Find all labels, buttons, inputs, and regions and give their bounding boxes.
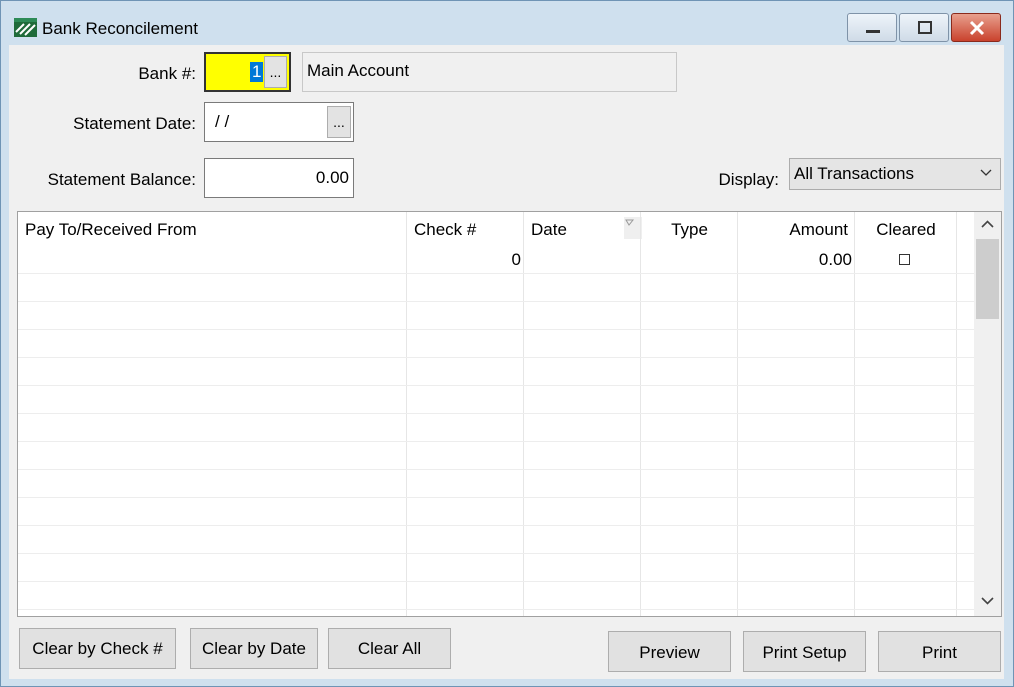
column-header-date-label: Date: [531, 220, 567, 239]
row-divider: [18, 357, 974, 358]
preview-button[interactable]: Preview: [608, 631, 731, 672]
chevron-up-icon: [981, 220, 994, 228]
statement-date-field[interactable]: / / ...: [204, 102, 354, 142]
clear-all-button[interactable]: Clear All: [328, 628, 451, 669]
column-header-amount[interactable]: Amount: [738, 212, 855, 246]
row-divider: [18, 413, 974, 414]
column-header-type[interactable]: Type: [641, 212, 738, 246]
title-bar[interactable]: Bank Reconcilement: [1, 1, 1013, 45]
statement-balance-label: Statement Balance:: [47, 170, 196, 189]
bank-number-value: 1: [250, 62, 264, 82]
row-divider: [18, 525, 974, 526]
row-divider: [18, 301, 974, 302]
statement-balance-field[interactable]: 0.00: [204, 158, 354, 198]
chevron-down-icon: [981, 597, 994, 605]
close-button[interactable]: [951, 13, 1001, 42]
app-logo-icon: [14, 18, 37, 37]
scrollbar-thumb[interactable]: [976, 239, 999, 319]
row-divider: [18, 553, 974, 554]
transactions-grid[interactable]: Pay To/Received From Check # Date Type A…: [17, 211, 1002, 617]
row-divider: [18, 441, 974, 442]
print-button[interactable]: Print: [878, 631, 1001, 672]
display-value: All Transactions: [794, 164, 914, 183]
display-select[interactable]: All Transactions: [789, 158, 1001, 190]
column-header-date[interactable]: Date: [524, 212, 642, 246]
column-header-pay-to[interactable]: Pay To/Received From: [18, 212, 407, 246]
cell-check-number[interactable]: 0: [407, 246, 524, 273]
scroll-up-button[interactable]: [974, 212, 1001, 237]
cell-pay-to[interactable]: [18, 246, 407, 273]
statement-date-value: / /: [215, 112, 230, 131]
cell-type[interactable]: [641, 246, 738, 273]
date-picker-button[interactable]: ...: [327, 106, 351, 138]
print-setup-button[interactable]: Print Setup: [743, 631, 866, 672]
scroll-down-button[interactable]: [974, 589, 1001, 614]
clear-by-check-button[interactable]: Clear by Check #: [19, 628, 176, 669]
cell-cleared[interactable]: [855, 246, 957, 273]
bank-name-display: Main Account: [302, 52, 677, 92]
bank-reconcilement-window: Bank Reconcilement Bank #: 1 ... Main Ac…: [0, 0, 1014, 687]
form-body: Bank #: 1 ... Main Account Statement Dat…: [9, 45, 1004, 679]
row-divider: [18, 497, 974, 498]
vertical-scrollbar[interactable]: [974, 212, 1001, 616]
row-divider: [18, 609, 974, 610]
row-divider: [18, 469, 974, 470]
cell-date[interactable]: [524, 246, 641, 273]
row-divider: [18, 385, 974, 386]
window-title: Bank Reconcilement: [42, 19, 198, 38]
bank-lookup-button[interactable]: ...: [264, 56, 287, 88]
row-divider: [18, 581, 974, 582]
minimize-button[interactable]: [847, 13, 897, 42]
column-header-cleared[interactable]: Cleared: [855, 212, 957, 246]
column-header-check[interactable]: Check #: [407, 212, 524, 246]
maximize-button[interactable]: [899, 13, 949, 42]
cell-amount[interactable]: 0.00: [738, 246, 855, 273]
bank-number-label: Bank #:: [138, 64, 196, 83]
chevron-down-icon: [980, 169, 992, 176]
display-label: Display:: [718, 170, 779, 189]
row-divider: [18, 273, 974, 274]
cleared-checkbox[interactable]: [899, 254, 910, 265]
bank-number-field[interactable]: 1 ...: [204, 52, 291, 92]
statement-date-label: Statement Date:: [73, 114, 196, 133]
row-divider: [18, 329, 974, 330]
clear-by-date-button[interactable]: Clear by Date: [190, 628, 318, 669]
